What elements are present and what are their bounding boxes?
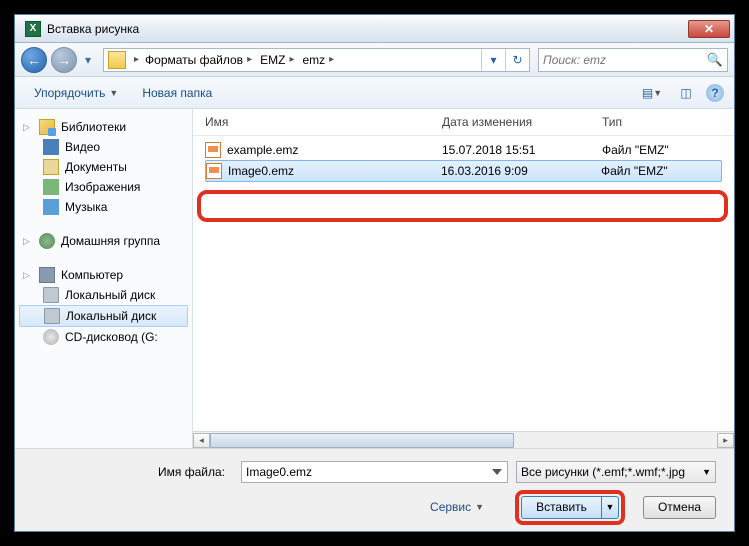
close-button[interactable]: ✕ — [688, 20, 730, 38]
file-list: example.emz 15.07.2018 15:51 Файл "EMZ" … — [193, 136, 734, 431]
column-date[interactable]: Дата изменения — [442, 115, 602, 129]
organize-button[interactable]: Упорядочить ▼ — [25, 81, 127, 105]
search-box[interactable]: 🔍 — [538, 48, 728, 72]
insert-dropdown[interactable]: ▼ — [601, 496, 619, 519]
forward-button[interactable]: → — [51, 47, 77, 73]
preview-pane-button[interactable]: ◫ — [672, 82, 700, 104]
dialog-footer: Имя файла: Все рисунки (*.emf;*.wmf;*.jp… — [15, 448, 734, 531]
view-options-button[interactable]: ▤ ▼ — [638, 82, 666, 104]
file-row[interactable]: example.emz 15.07.2018 15:51 Файл "EMZ" — [205, 140, 722, 160]
nav-documents[interactable]: Документы — [15, 157, 192, 177]
new-folder-button[interactable]: Новая папка — [133, 81, 221, 105]
breadcrumb-segment[interactable]: emz▸ — [300, 49, 340, 71]
breadcrumb-segment[interactable]: EMZ▸ — [258, 49, 300, 71]
scroll-thumb[interactable] — [210, 433, 514, 448]
file-row-selected[interactable]: Image0.emz 16.03.2016 9:09 Файл "EMZ" — [205, 160, 722, 182]
address-bar[interactable]: ▸ Форматы файлов▸ EMZ▸ emz▸ ▾ ↻ — [103, 48, 530, 72]
back-button[interactable]: ← — [21, 47, 47, 73]
excel-icon — [25, 21, 41, 37]
emz-file-icon — [206, 163, 222, 179]
nav-cddrive[interactable]: CD-дисковод (G: — [15, 327, 192, 347]
scroll-left-button[interactable]: ◂ — [193, 433, 210, 448]
search-icon: 🔍 — [707, 52, 723, 68]
nav-localdisk[interactable]: Локальный диск — [15, 285, 192, 305]
service-button[interactable]: Сервис ▼ — [421, 495, 493, 519]
nav-libraries[interactable]: ▷Библиотеки — [15, 117, 192, 137]
emz-file-icon — [205, 142, 221, 158]
nav-music[interactable]: Музыка — [15, 197, 192, 217]
navigation-bar: ← → ▾ ▸ Форматы файлов▸ EMZ▸ emz▸ ▾ ↻ 🔍 — [15, 43, 734, 77]
breadcrumb-dropdown[interactable]: ▾ — [481, 49, 505, 71]
breadcrumb-root-arrow[interactable]: ▸ — [130, 54, 143, 65]
insert-picture-dialog: Вставка рисунка ✕ ← → ▾ ▸ Форматы файлов… — [14, 14, 735, 532]
insert-button[interactable]: Вставить — [521, 496, 601, 519]
nav-video[interactable]: Видео — [15, 137, 192, 157]
titlebar: Вставка рисунка ✕ — [15, 15, 734, 43]
nav-images[interactable]: Изображения — [15, 177, 192, 197]
horizontal-scrollbar[interactable]: ◂ ▸ — [193, 431, 734, 448]
column-headers: Имя Дата изменения Тип — [193, 109, 734, 136]
refresh-button[interactable]: ↻ — [505, 49, 529, 71]
insert-button-group: Вставить ▼ — [521, 496, 619, 519]
dialog-body: ▷Библиотеки Видео Документы Изображения … — [15, 109, 734, 448]
breadcrumb-segment[interactable]: Форматы файлов▸ — [143, 49, 258, 71]
filename-input[interactable] — [241, 461, 508, 483]
history-dropdown[interactable]: ▾ — [81, 50, 95, 70]
scroll-right-button[interactable]: ▸ — [717, 433, 734, 448]
nav-computer[interactable]: ▷Компьютер — [15, 265, 192, 285]
filename-label: Имя файла: — [33, 465, 233, 479]
annotation-highlight — [197, 190, 728, 222]
file-list-pane: Имя Дата изменения Тип example.emz 15.07… — [193, 109, 734, 448]
dialog-title: Вставка рисунка — [47, 22, 688, 36]
folder-icon — [108, 51, 126, 69]
file-type-filter[interactable]: Все рисунки (*.emf;*.wmf;*.jpg▼ — [516, 461, 716, 483]
nav-localdisk-selected[interactable]: Локальный диск — [19, 305, 188, 327]
column-type[interactable]: Тип — [602, 115, 722, 129]
column-name[interactable]: Имя — [205, 115, 442, 129]
navigation-pane: ▷Библиотеки Видео Документы Изображения … — [15, 109, 193, 448]
search-input[interactable] — [543, 53, 707, 67]
toolbar: Упорядочить ▼ Новая папка ▤ ▼ ◫ ? — [15, 77, 734, 109]
help-button[interactable]: ? — [706, 84, 724, 102]
cancel-button[interactable]: Отмена — [643, 496, 716, 519]
nav-homegroup[interactable]: ▷Домашняя группа — [15, 231, 192, 251]
